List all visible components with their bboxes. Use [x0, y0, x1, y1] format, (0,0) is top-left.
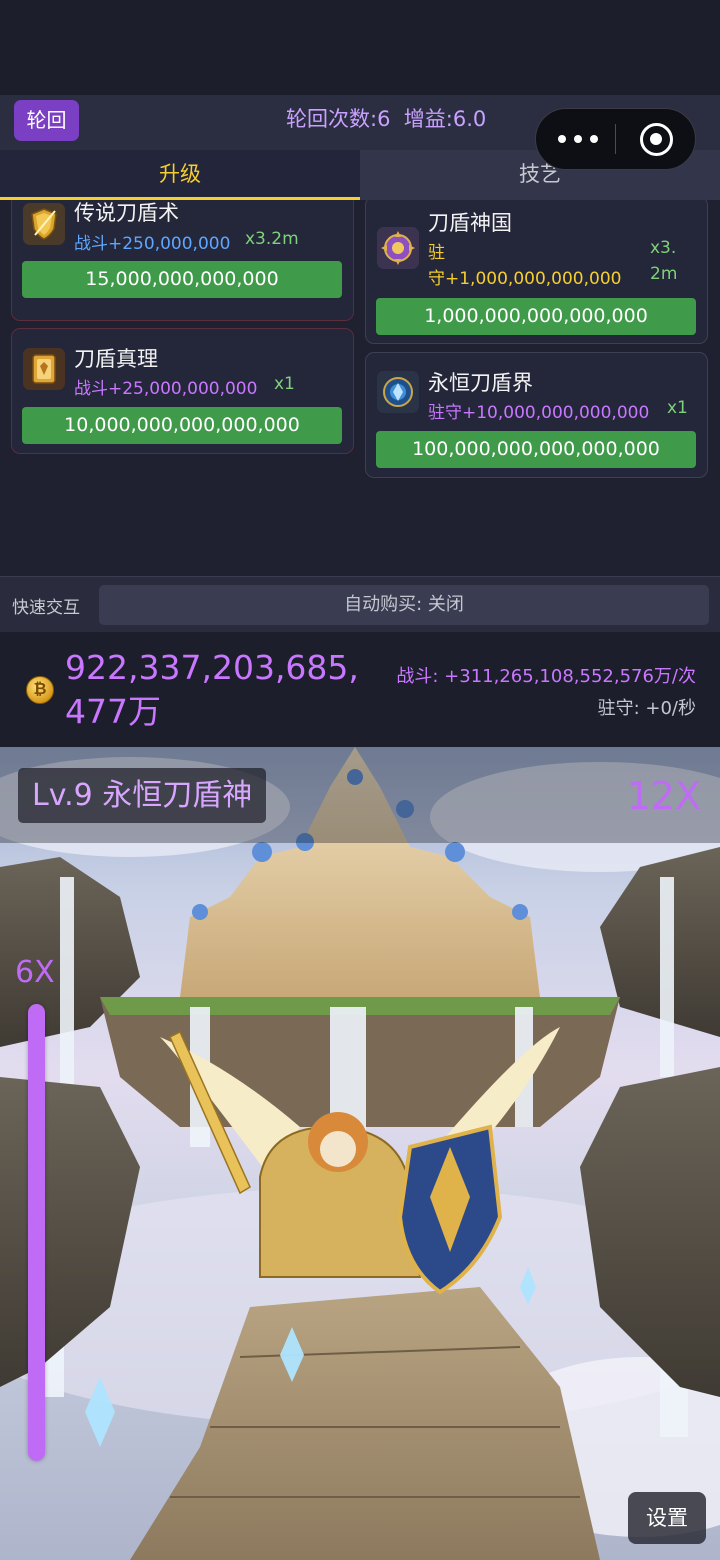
upgrade-stat: 战斗+25,000,000,000 [74, 379, 258, 399]
buy-button[interactable]: 1,000,000,000,000,000 [376, 298, 696, 335]
golden-shield-sword-icon [23, 203, 65, 245]
quick-action-label: 快速交互 [12, 598, 80, 618]
more-icon[interactable] [556, 125, 600, 153]
upgrade-stat-line1: 驻 [428, 243, 445, 263]
upgrade-stat-line2: 守+1,000,000,000,000 [428, 269, 622, 289]
coin-icon [26, 676, 54, 704]
tab-upgrade[interactable]: 升级 [0, 150, 360, 200]
attack-rate: 战斗: +311,265,108,552,576万/次 [396, 666, 696, 687]
capsule-divider [615, 124, 616, 154]
sacred-emblem-icon [377, 227, 419, 269]
blue-realm-emblem-icon [377, 371, 419, 413]
upgrade-card: 永恒刀盾界 驻守+10,000,000,000,000 x1 100,000,0… [365, 352, 708, 478]
upgrade-multiplier-line1: x3. [650, 238, 677, 258]
upgrade-card: 传说刀盾术 战斗+250,000,000 x3.2m 15,000,000,00… [11, 200, 354, 321]
quick-action-row: 快速交互 自动购买: 关闭 [0, 576, 720, 632]
auto-buy-toggle[interactable]: 自动购买: 关闭 [99, 585, 709, 625]
upgrade-name: 刀盾神国 [428, 211, 512, 235]
miniprogram-capsule [535, 108, 696, 170]
scene-background [0, 747, 720, 1560]
status-area [0, 0, 720, 95]
upgrade-multiplier: x1 [667, 398, 688, 418]
rebirth-button[interactable]: 轮回 [14, 100, 79, 141]
settings-button[interactable]: 设置 [628, 1492, 706, 1544]
upgrade-stat: 驻守+10,000,000,000,000 [428, 403, 650, 423]
upgrade-card: 刀盾神国 驻 守+1,000,000,000,000 x3. 2m 1,000,… [365, 200, 708, 344]
gold-amount: 922,337,203,685,477万 [65, 648, 359, 731]
buy-button[interactable]: 100,000,000,000,000,000 [376, 431, 696, 468]
upgrade-name: 传说刀盾术 [74, 201, 179, 225]
gold-panel: 922,337,203,685,477万 战斗: +311,265,108,55… [0, 632, 720, 747]
upgrade-stat: 战斗+250,000,000 [74, 234, 231, 254]
upgrade-multiplier: x1 [274, 374, 295, 394]
close-miniprogram-icon[interactable] [640, 123, 673, 156]
header-bar: 轮回 轮回次数:6 增益:6.0 [0, 95, 720, 170]
upgrade-name: 刀盾真理 [74, 347, 158, 371]
guard-rate: 驻守: +0/秒 [597, 698, 696, 719]
max-multiplier: 12X [626, 774, 701, 818]
current-multiplier: 6X [15, 955, 55, 990]
character-level-label: Lv.9 永恒刀盾神 [18, 768, 267, 823]
upgrade-multiplier: x3.2m [245, 229, 299, 249]
upgrade-list: 传说刀盾术 战斗+250,000,000 x3.2m 15,000,000,00… [0, 200, 720, 576]
game-scene[interactable]: Lv.9 永恒刀盾神 12X 6X 设置 [0, 747, 720, 1560]
buy-button[interactable]: 15,000,000,000,000 [22, 261, 342, 298]
combo-power-bar [28, 1004, 45, 1461]
upgrade-card: 刀盾真理 战斗+25,000,000,000 x1 10,000,000,000… [11, 328, 354, 454]
rebirth-info: 轮回次数:6 增益:6.0 [286, 107, 487, 131]
upgrade-name: 永恒刀盾界 [428, 371, 533, 395]
buy-button[interactable]: 10,000,000,000,000,000 [22, 407, 342, 444]
golden-scroll-icon [23, 348, 65, 390]
upgrade-multiplier-line2: 2m [650, 264, 678, 284]
